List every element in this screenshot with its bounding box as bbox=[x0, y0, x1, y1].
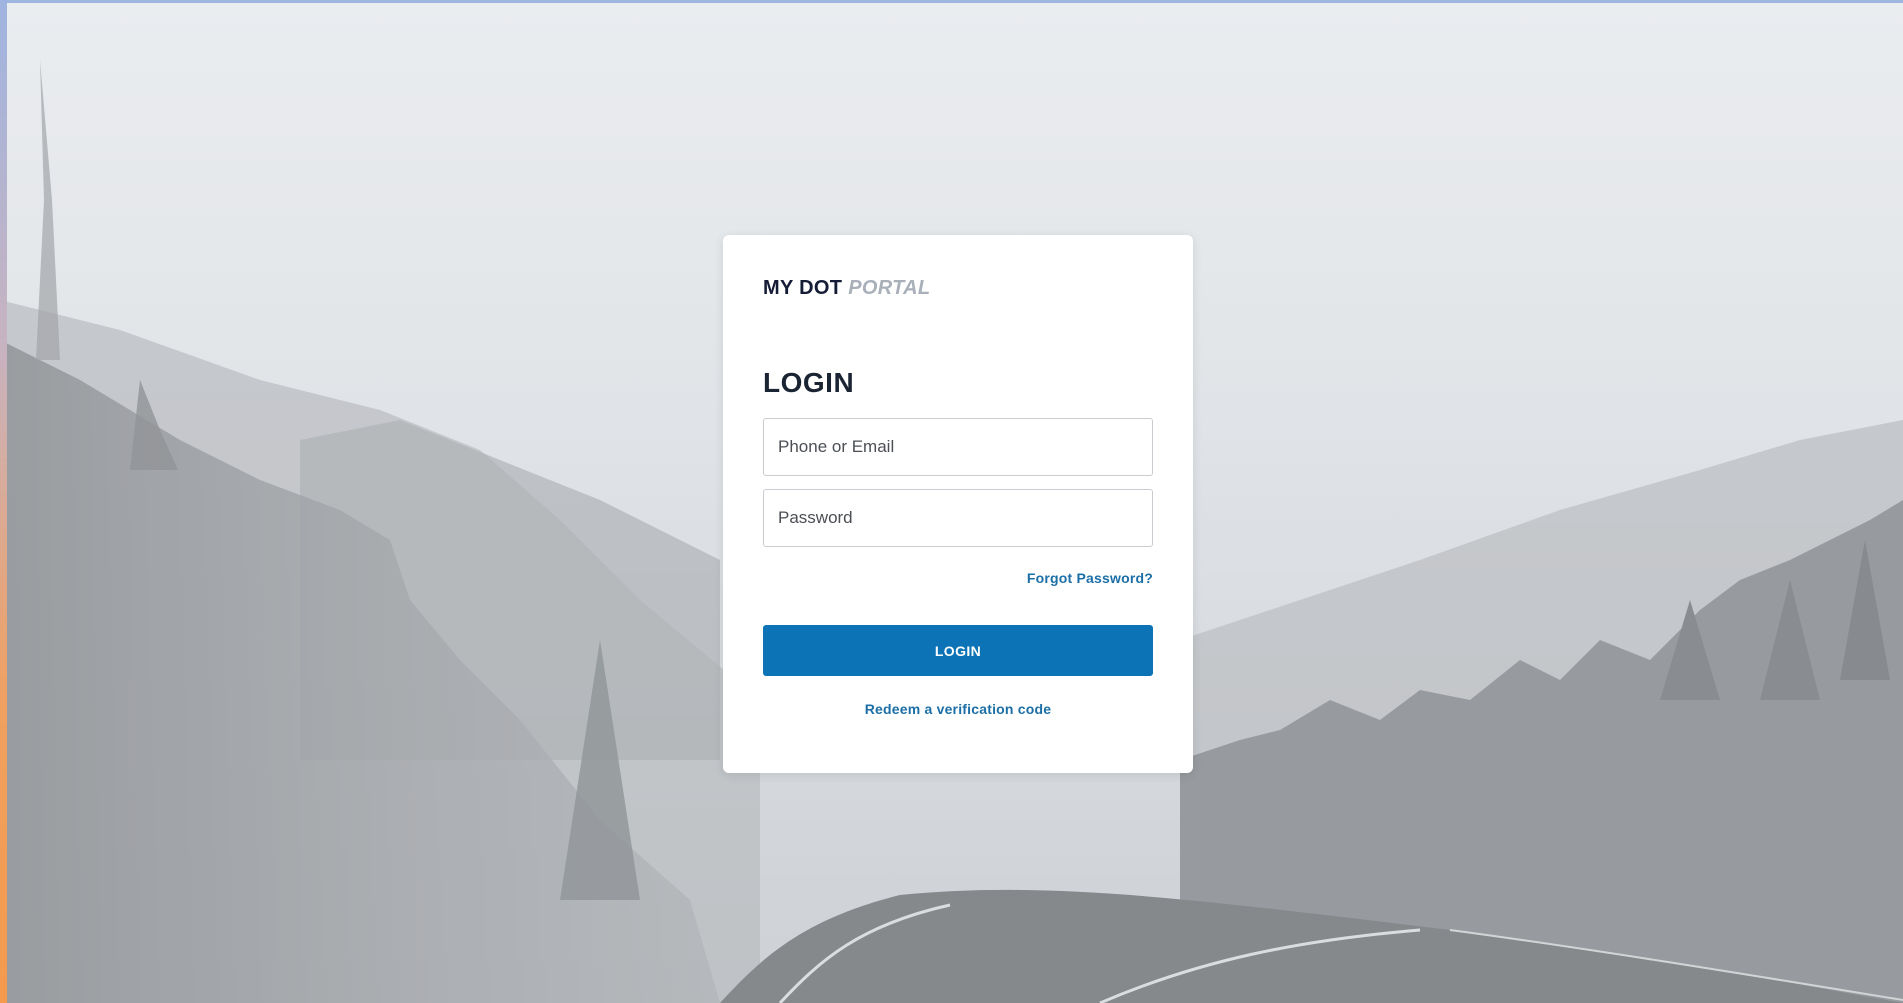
window-top-edge bbox=[0, 0, 1903, 3]
login-button[interactable]: LOGIN bbox=[763, 625, 1153, 676]
window-left-edge bbox=[0, 0, 7, 1003]
password-input[interactable] bbox=[763, 489, 1153, 547]
brand-logo-secondary: PORTAL bbox=[848, 277, 931, 299]
redeem-verification-code-link[interactable]: Redeem a verification code bbox=[723, 701, 1193, 717]
phone-or-email-input[interactable] bbox=[763, 418, 1153, 476]
brand-logo-primary: MY DOT bbox=[763, 277, 843, 299]
brand-logo: MY DOT PORTAL bbox=[763, 277, 930, 300]
login-heading: LOGIN bbox=[763, 367, 855, 398]
login-card: MY DOTPORTAL LOGIN Forgot Password? LOGI… bbox=[723, 235, 1193, 773]
forgot-password-link[interactable]: Forgot Password? bbox=[1027, 570, 1153, 586]
page: MY DOTPORTAL LOGIN Forgot Password? LOGI… bbox=[0, 0, 1903, 1003]
